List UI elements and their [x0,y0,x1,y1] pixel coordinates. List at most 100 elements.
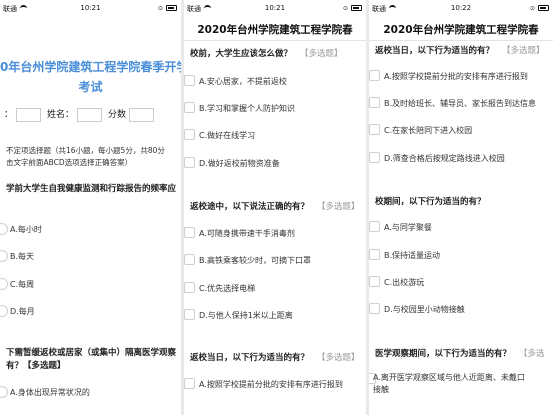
class-label: ： [4,110,14,120]
option-label: C.在家长陪同下进入校园 [384,126,473,135]
option-checkbox[interactable]: B.保持适量运动 [369,248,539,263]
status-bar: 联通 10:21 ⊙ [0,0,181,18]
option-checkbox[interactable]: A.安心居家，不提前返校 [184,74,354,89]
radio-button[interactable] [0,250,8,262]
clock: 10:21 [264,4,286,12]
nav-title-text: 2020年台州学院建筑工程学院春 [383,24,539,36]
option-checkbox[interactable]: A.身体出现异常状况的 [0,385,166,400]
question-title: 返校当日，以下行为适当的有？ 【多选题】 [375,44,553,56]
option-checkbox[interactable]: D.筛查合格后按规定路线进入校园 [369,151,553,166]
option-radio[interactable]: B.每天 [0,249,166,264]
nav-divider [184,40,366,41]
checkbox[interactable] [369,70,380,81]
option-label: B.学习和掌握个人防护知识 [199,104,296,113]
clock: 10:21 [80,4,101,12]
option-checkbox[interactable]: A.与同学聚餐 [369,220,539,235]
option-checkbox[interactable]: A.按照学校提前分批的安排有序进行报到 [369,69,553,84]
option-checkbox[interactable]: C.出校游玩 [369,275,539,290]
checkbox[interactable] [369,221,380,232]
question-text: 返校当日，以下行为适当的有？ [190,353,310,363]
status-bar: 联通 10:21 ⊙ [184,0,366,18]
question-title: 医学观察期间，以下行为适当的有？ 【多选 [375,347,553,359]
option-label: B.高铁乘客较少时，可摘下口罩 [199,256,312,265]
option-label: A.可随身携带速干手消毒剂 [199,229,295,238]
multi-select-tag: 【多选题】 [300,49,343,59]
nav-title-text: 2020年台州学院建筑工程学院春 [197,24,353,36]
exam-title: 0年台州学院建筑工程学院春季开学 [0,60,181,74]
option-label: A.与同学聚餐 [384,223,432,232]
checkbox[interactable] [184,157,195,168]
option-label: B.及时给班长、辅导员、家长报告到达信息 [384,99,537,108]
radio-button[interactable] [0,223,8,235]
option-label: A.离开医学观察区域与他人近距离、未戴口 [373,373,525,382]
checkbox[interactable] [184,254,195,265]
question-text: 返校当日，以下行为适当的有？ [375,46,495,56]
checkbox[interactable] [369,152,380,163]
option-radio[interactable]: D.每月 [0,304,166,319]
checkbox[interactable] [184,282,195,293]
instructions-line-1: 不定项选择题（共16小题，每小题5分，共80分 [6,146,165,155]
lock-rotation-icon: ⊙ [157,5,163,12]
checkbox[interactable] [0,386,8,398]
checkbox[interactable] [184,309,195,320]
question-text: 校前，大学生应该怎么做？ [190,49,293,59]
name-input[interactable] [77,107,103,122]
option-checkbox[interactable]: C.做好在线学习 [184,128,354,143]
nav-title: 2020年台州学院建筑工程学院春 [184,18,366,40]
checkbox[interactable] [184,227,195,238]
question-title: 校前，大学生应该怎么做？ 【多选题】 [190,47,366,59]
option-checkbox[interactable]: B.学习和掌握个人防护知识 [184,101,354,116]
multi-select-tag: 【多选 [519,349,545,359]
radio-button[interactable] [0,278,8,290]
option-label: A.每小时 [10,225,42,234]
screenshot-panel-3: 联通 10:22 ⊙ 2020年台州学院建筑工程学院春 返校当日，以下行为适当的… [369,0,553,415]
option-checkbox[interactable]: D.做好返校前物资准备 [184,156,354,171]
question-title: 下需暂缓返校或居家（或集中）隔离医学观察 [6,348,177,358]
screenshot-panel-1: 联通 10:21 ⊙ 0年台州学院建筑工程学院春季开学 考试 ： 姓名： 分数 不定… [0,0,181,415]
option-checkbox[interactable]: C.在家长陪同下进入校园 [369,123,553,138]
checkbox[interactable] [369,276,380,287]
checkbox[interactable] [369,124,380,135]
option-checkbox[interactable]: A.按照学校提前分批的安排有序进行报到 [184,377,366,392]
checkbox[interactable] [369,249,380,260]
option-checkbox[interactable]: C.优先选择电梯 [184,281,354,296]
screenshot-panel-2: 联通 10:21 ⊙ 2020年台州学院建筑工程学院春 校前，大学生应该怎么做？… [184,0,366,415]
option-checkbox[interactable]: B.高铁乘客较少时，可摘下口罩 [184,253,354,268]
option-label: D.每月 [10,307,35,316]
lock-rotation-icon: ⊙ [342,5,348,12]
checkbox[interactable] [184,102,195,113]
score-label: 分数 [108,110,127,120]
score-input[interactable] [129,107,155,122]
option-label-line2: 接触 [373,385,389,394]
option-label: A.按照学校提前分批的安排有序进行报到 [384,72,528,81]
option-label: C.优先选择电梯 [199,284,256,293]
battery-icon [351,5,362,11]
checkbox[interactable] [369,97,380,108]
lock-rotation-icon: ⊙ [529,5,535,12]
option-checkbox[interactable]: A.可随身携带速干手消毒剂 [184,226,354,241]
option-label: B.每天 [10,252,35,261]
option-label: A.按照学校提前分批的安排有序进行报到 [199,380,343,389]
class-input[interactable] [16,107,42,122]
checkbox[interactable] [184,75,195,86]
instructions-line-2: 击文字前面ABCD选项选择正确答案） [6,158,133,167]
battery-icon [538,5,549,11]
exam-title-line2: 考试 [78,80,103,94]
option-radio[interactable]: C.每周 [0,277,166,292]
nav-title: 2020年台州学院建筑工程学院春 [369,18,553,40]
option-label: A.安心居家，不提前返校 [199,77,287,86]
option-radio[interactable]: A.每小时 [0,222,166,237]
checkbox[interactable] [184,378,195,389]
multi-select-tag: 【多选题】 [317,353,360,363]
nav-divider [369,40,553,41]
option-checkbox[interactable]: A.离开医学观察区域与他人近距离、未戴口 接触 [369,370,553,400]
radio-button[interactable] [0,305,8,317]
option-checkbox[interactable]: D.与校园里小动物接触 [369,302,539,317]
option-checkbox[interactable]: D.与他人保持1米以上距离 [184,308,354,323]
battery-icon [166,5,177,11]
checkbox[interactable] [369,303,380,314]
multi-select-tag: 【多选题】 [502,46,545,56]
option-label: D.与他人保持1米以上距离 [199,311,293,320]
option-checkbox[interactable]: B.及时给班长、辅导员、家长报告到达信息 [369,96,553,111]
checkbox[interactable] [184,129,195,140]
